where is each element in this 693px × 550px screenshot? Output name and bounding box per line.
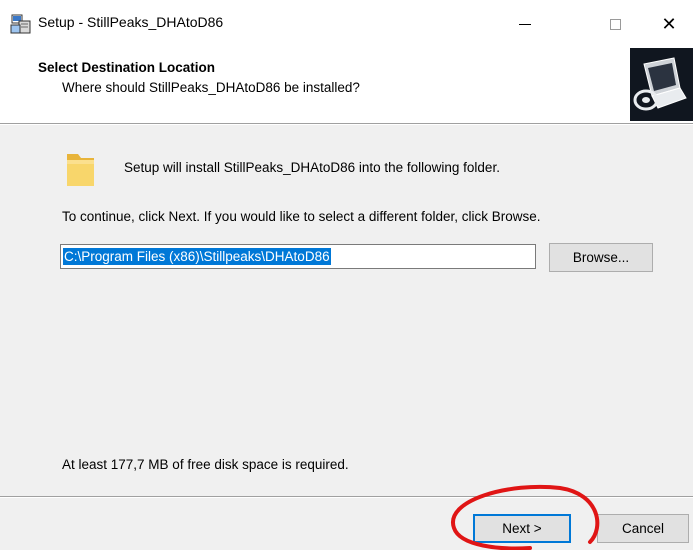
folder-icon — [67, 154, 94, 186]
installer-computer-icon — [630, 48, 693, 121]
page-subtitle: Where should StillPeaks_DHAtoD86 be inst… — [62, 80, 360, 95]
title-bar[interactable]: Setup - StillPeaks_DHAtoD86 ✕ — [0, 0, 693, 48]
destination-path-input[interactable]: C:\Program Files (x86)\Stillpeaks\DHAtoD… — [60, 244, 536, 269]
browse-button[interactable]: Browse... — [549, 243, 653, 272]
minimize-button[interactable] — [502, 0, 548, 48]
maximize-icon — [609, 18, 621, 30]
page-title: Select Destination Location — [38, 60, 216, 75]
setup-window: Setup - StillPeaks_DHAtoD86 ✕ Select Des… — [0, 0, 693, 550]
window-title: Setup - StillPeaks_DHAtoD86 — [38, 14, 224, 30]
next-button[interactable]: Next > — [473, 514, 571, 543]
close-button[interactable]: ✕ — [646, 0, 692, 48]
header-divider-highlight — [0, 124, 693, 125]
close-icon: ✕ — [661, 13, 677, 34]
intro-text: Setup will install StillPeaks_DHAtoD86 i… — [124, 160, 500, 175]
cancel-button[interactable]: Cancel — [597, 514, 689, 543]
setup-app-icon — [10, 14, 31, 34]
disk-space-requirement: At least 177,7 MB of free disk space is … — [62, 457, 349, 472]
wizard-header: Select Destination Location Where should… — [0, 48, 693, 123]
maximize-button[interactable] — [592, 0, 638, 48]
destination-path-value: C:\Program Files (x86)\Stillpeaks\DHAtoD… — [63, 248, 331, 265]
minimize-icon — [519, 23, 531, 25]
footer-divider-highlight — [0, 497, 693, 498]
instructions-text: To continue, click Next. If you would li… — [62, 209, 541, 224]
